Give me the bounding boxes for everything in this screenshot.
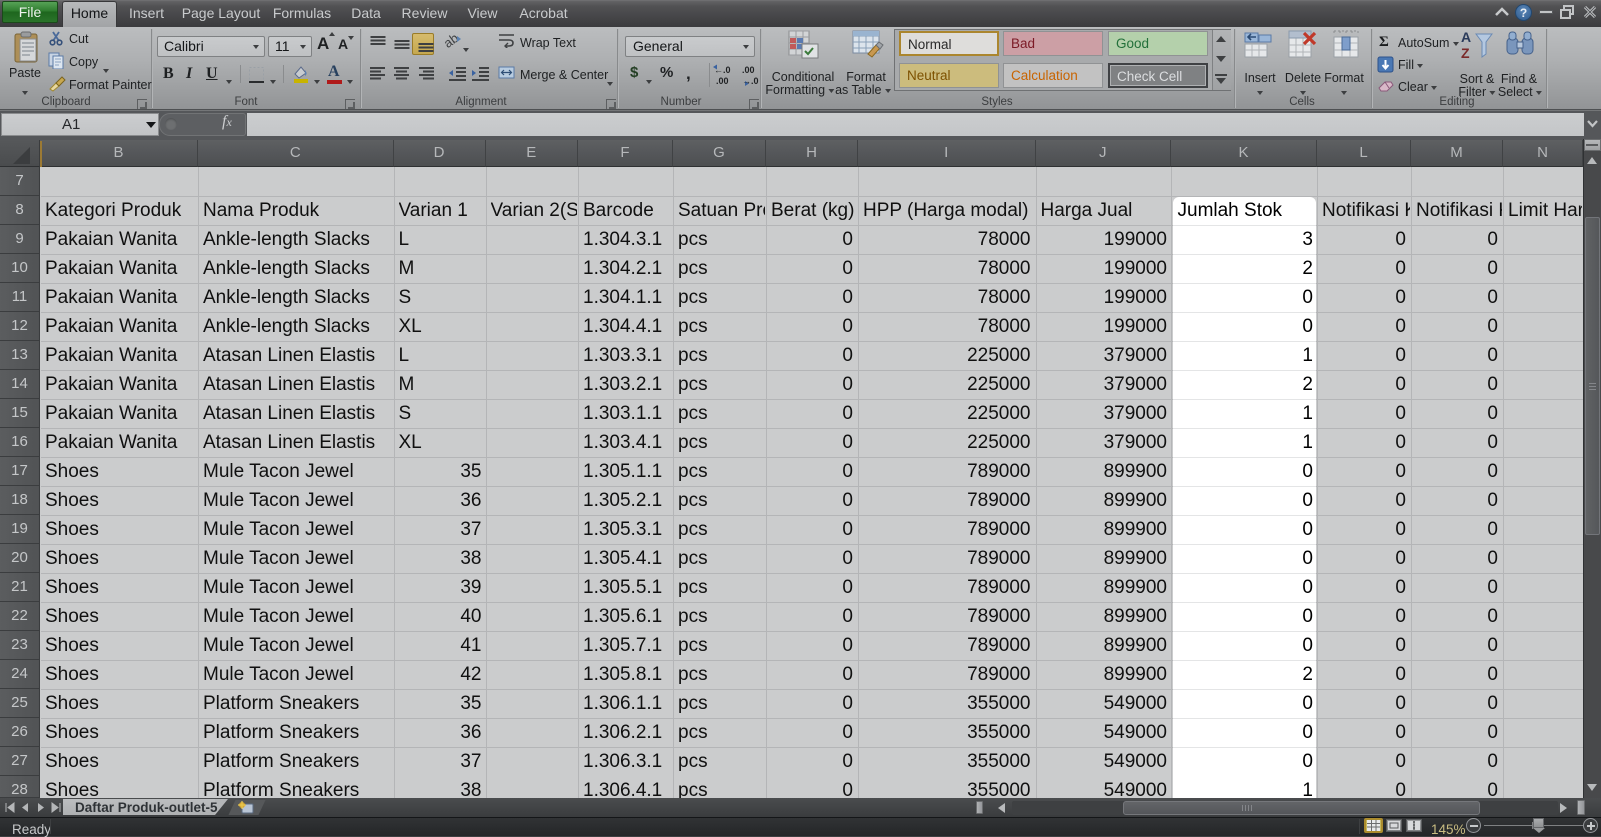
svg-text:←.0: ←.0 <box>714 65 731 75</box>
svg-text:A: A <box>1461 29 1471 45</box>
svg-text:ab: ab <box>444 33 461 49</box>
svg-text:→.0: →.0 <box>742 76 759 86</box>
svg-text:.00: .00 <box>742 65 755 75</box>
svg-text:Z: Z <box>1461 45 1470 61</box>
svg-text:.00: .00 <box>716 76 729 86</box>
